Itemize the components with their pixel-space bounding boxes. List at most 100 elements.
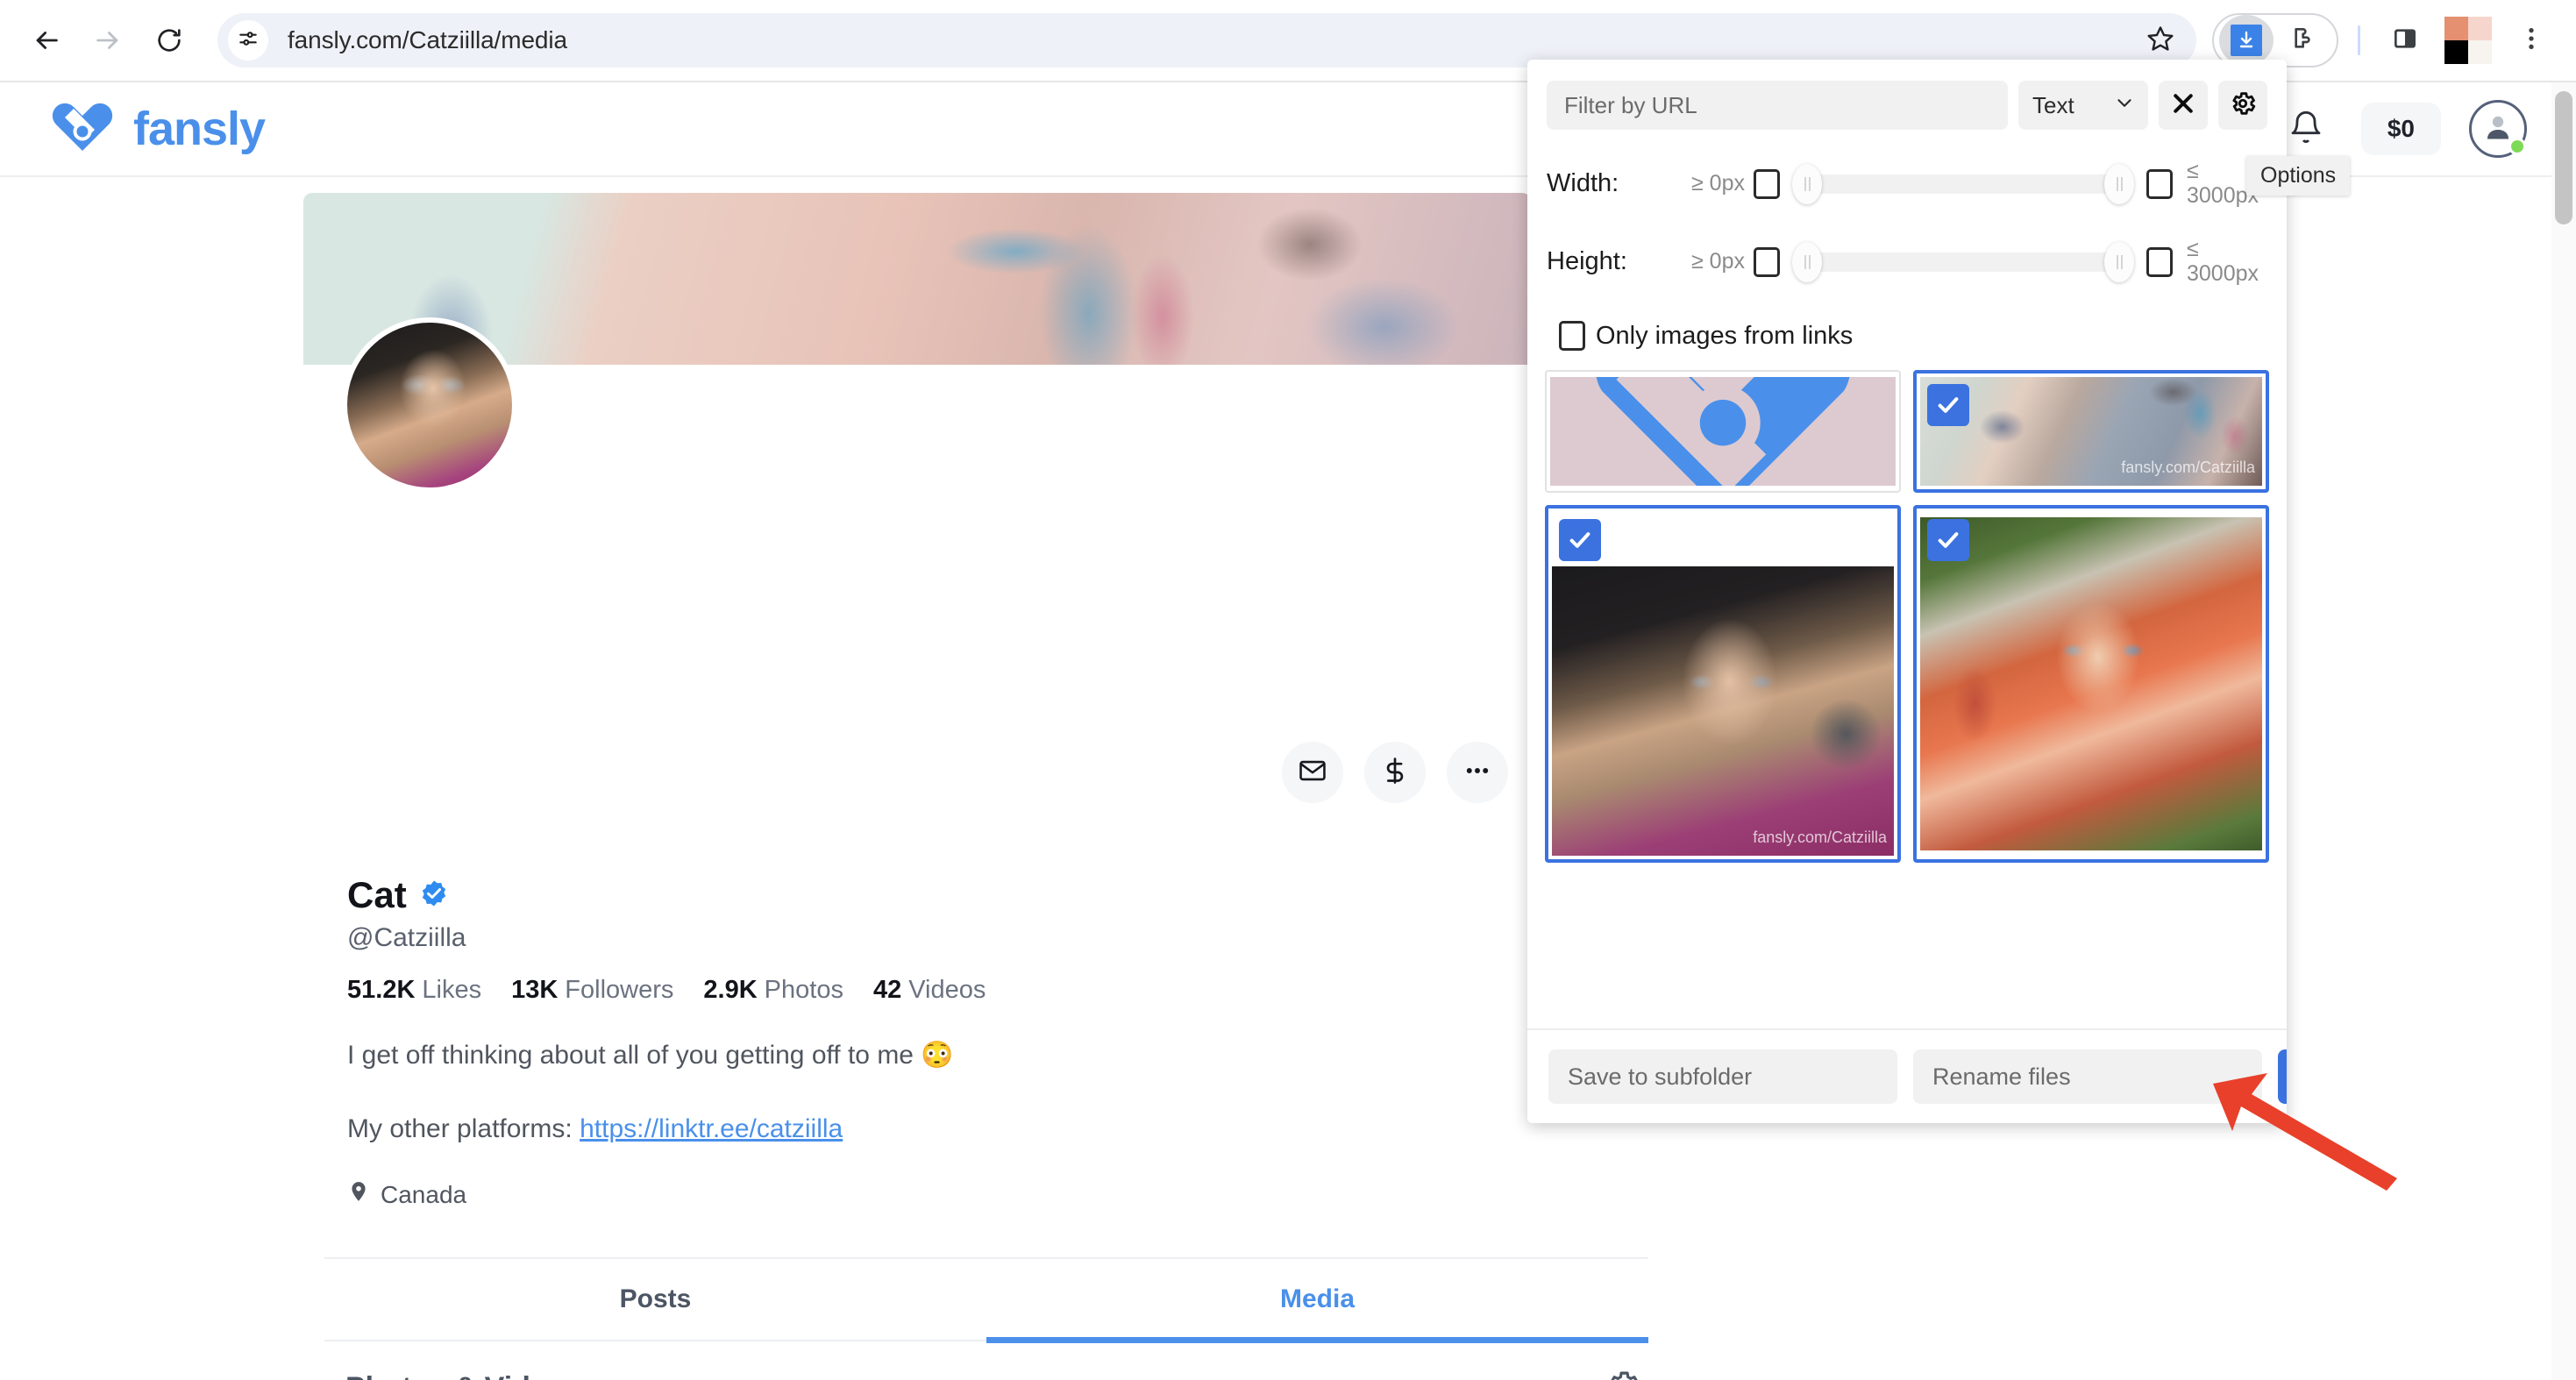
message-button[interactable] [1282,742,1343,803]
media-settings-button[interactable] [1605,1368,1641,1380]
height-max-checkbox[interactable] [2146,246,2173,277]
width-slider-min-handle[interactable] [1792,163,1822,204]
profile-details: Cat @Catziilla 51.2K Likes 13K Followers… [347,874,1005,1210]
thumb-bed-photo-checkbox[interactable] [1927,384,1969,426]
more-options-button[interactable] [1447,742,1508,803]
star-icon [2146,25,2174,57]
thumb-selfie-purple-image: fansly.com/Catziilla [1552,566,1894,856]
page-title: Cat [347,874,407,915]
url-text: fansly.com/Catziilla/media [288,26,567,53]
forward-arrow-icon [93,25,123,55]
stat-followers: 13K Followers [511,976,673,1005]
media-section-header: Photos & Videos [345,1368,1641,1380]
width-slider-max-handle[interactable] [2104,163,2134,204]
forward-button[interactable] [81,13,135,68]
fansly-logo-text: fansly [133,103,266,155]
popup-image-grid: fansly.com/Catziilla fansly.com/Catziill… [1527,370,2287,1028]
thumb-selfie-purple[interactable]: fansly.com/Catziilla [1545,505,1901,863]
filter-type-select-wrap: Text [2018,81,2148,130]
filter-url-input[interactable] [1547,81,2008,130]
notification-bell-icon [2288,110,2323,149]
filter-type-select[interactable]: Text [2018,81,2148,130]
stat-photos-value: 2.9K [703,976,758,1004]
stat-photos-label: Photos [764,976,843,1004]
chrome-menu-button[interactable] [2506,15,2557,66]
profile-swatch-3 [2444,40,2468,64]
only-images-from-links-checkbox[interactable] [1559,321,1585,351]
height-slider-min-handle[interactable] [1792,241,1822,282]
tip-button[interactable] [1364,742,1426,803]
thumb-fansly-logo[interactable] [1545,370,1901,493]
width-filter-row: Width: ≥ 0px ≤ 3000px [1547,159,2267,208]
bookmark-button[interactable] [2137,17,2184,64]
back-button[interactable] [19,13,74,68]
reload-icon [155,26,183,54]
header-actions: $0 [2279,100,2527,158]
extensions-menu-button[interactable] [2277,15,2331,66]
height-slider-max-handle[interactable] [2104,241,2134,282]
dollar-sign-icon [1380,756,1410,790]
image-downloader-popup: Text Width: ≥ 0px [1527,60,2287,1123]
reload-button[interactable] [142,13,196,68]
height-max-number: 3000px [2187,260,2259,286]
thumb-bed-photo[interactable]: fansly.com/Catziilla [1913,370,2269,493]
online-status-dot [2508,138,2526,155]
fansly-heart-logo [51,100,114,159]
scrollbar-thumb[interactable] [2555,91,2572,224]
balance-button[interactable]: $0 [2360,103,2441,155]
back-arrow-icon [32,25,61,55]
tab-media[interactable]: Media [986,1259,1648,1343]
image-downloader-extension-button[interactable] [2219,15,2274,66]
popup-options-button[interactable] [2218,81,2267,130]
stat-followers-label: Followers [565,976,674,1004]
profile-location: Canada [347,1179,1005,1210]
page-scrollbar[interactable] [2551,82,2576,1380]
height-min-checkbox[interactable] [1754,246,1780,277]
fansly-logo[interactable]: fansly [51,100,266,159]
notifications-button[interactable] [2279,102,2333,156]
stat-likes-value: 51.2K [347,976,416,1004]
thumb-selfie-purple-checkbox[interactable] [1559,519,1601,561]
height-filter-row: Height: ≥ 0px ≤ 3000px [1547,237,2267,286]
ellipsis-icon [1462,756,1492,790]
avatar[interactable] [2469,100,2527,158]
puzzle-piece-icon [2290,25,2318,57]
location-text: Canada [381,1180,467,1208]
thumb-selfie-red-image [1920,517,2262,850]
only-images-from-links-label: Only images from links [1596,321,1854,350]
platforms-link[interactable]: https://linktr.ee/catziilla [580,1114,843,1143]
stat-videos: 42 Videos [873,976,986,1005]
width-min-checkbox[interactable] [1754,168,1780,199]
stat-likes-label: Likes [422,976,482,1004]
verified-badge-icon [419,879,449,913]
only-images-from-links-row[interactable]: Only images from links [1559,321,2267,351]
profile-picture[interactable] [342,317,517,493]
height-max-prefix: ≤ [2187,237,2199,261]
side-panel-button[interactable] [2380,15,2430,66]
close-x-icon [2170,90,2196,121]
profile-bio: I get off thinking about all of you gett… [347,1041,954,1070]
height-range-slider[interactable] [1792,241,2134,282]
width-max-checkbox[interactable] [2146,168,2173,199]
stat-followers-value: 13K [511,976,559,1004]
thumb-selfie-red[interactable] [1913,505,2269,863]
stat-photos: 2.9K Photos [703,976,843,1005]
gear-icon [2229,89,2257,122]
thumb-fansly-logo-image [1550,377,1896,486]
width-range-slider[interactable] [1792,163,2134,204]
profile-swatch-4 [2468,40,2492,64]
thumb-selfie-red-checkbox[interactable] [1927,519,1969,561]
toolbar-divider [2358,25,2360,55]
tab-posts[interactable]: Posts [324,1259,986,1340]
profile-tabs: Posts Media [324,1257,1648,1343]
site-settings-button[interactable] [228,20,268,60]
chrome-profile-button[interactable] [2444,17,2492,64]
save-to-subfolder-input[interactable] [1548,1049,1897,1104]
height-max-value: ≤ 3000px [2187,237,2267,286]
width-label: Width: [1547,169,1619,197]
thumb-bed-photo-image: fansly.com/Catziilla [1920,377,2262,486]
media-section-title: Photos & Videos [345,1371,582,1380]
stat-videos-label: Videos [908,976,986,1004]
clear-filters-button[interactable] [2159,81,2208,130]
image-downloader-icon [2231,25,2262,56]
